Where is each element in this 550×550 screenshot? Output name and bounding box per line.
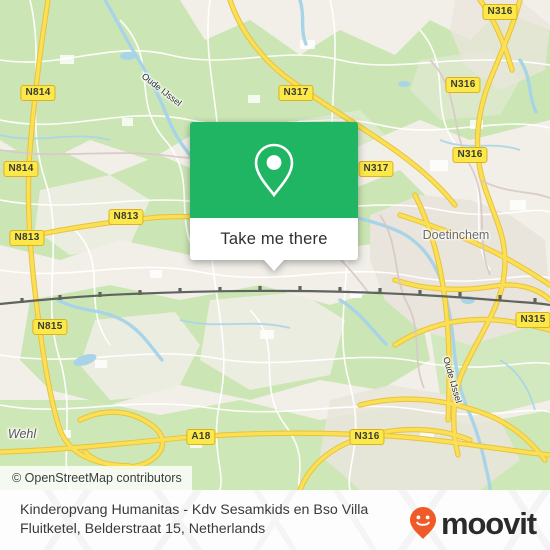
road-shield: N815 (32, 319, 68, 335)
moovit-map-screenshot: N316 N316 N316 N317 N317 N814 N814 N813 … (0, 0, 550, 550)
take-me-there-label: Take me there (220, 229, 328, 248)
moovit-wordmark: moovit (440, 505, 537, 541)
road-shield: N316 (452, 147, 488, 163)
road-shield: N813 (9, 230, 45, 246)
road-shield: A18 (186, 429, 216, 445)
osm-attribution-text: © OpenStreetMap contributors (12, 471, 182, 485)
popup-pointer-tail (264, 260, 284, 271)
moovit-logo[interactable]: moovit (408, 505, 537, 541)
popup-header (190, 122, 358, 218)
road-shield: N316 (482, 4, 518, 20)
osm-attribution[interactable]: © OpenStreetMap contributors (0, 466, 192, 490)
road-shield: N814 (3, 161, 39, 177)
moovit-pin-icon (409, 507, 436, 539)
take-me-there-button[interactable]: Take me there (190, 218, 358, 260)
place-label-wehl: Wehl (7, 427, 37, 441)
road-shield: N814 (20, 85, 56, 101)
road-shield: N316 (349, 429, 385, 445)
location-popup-card[interactable]: Take me there (190, 122, 358, 271)
map-canvas[interactable]: N316 N316 N316 N317 N317 N814 N814 N813 … (0, 0, 550, 490)
road-shield: N317 (358, 161, 394, 177)
road-shield: N315 (515, 312, 550, 328)
road-shield: N813 (108, 209, 144, 225)
road-shield: N317 (278, 85, 314, 101)
location-caption: Kinderopvang Humanitas - Kdv Sesamkids e… (20, 502, 369, 537)
road-shield: N316 (445, 77, 481, 93)
footer-bar: Kinderopvang Humanitas - Kdv Sesamkids e… (0, 490, 550, 550)
map-pin-icon (254, 143, 294, 198)
place-label-doetinchem: Doetinchem (422, 228, 490, 242)
